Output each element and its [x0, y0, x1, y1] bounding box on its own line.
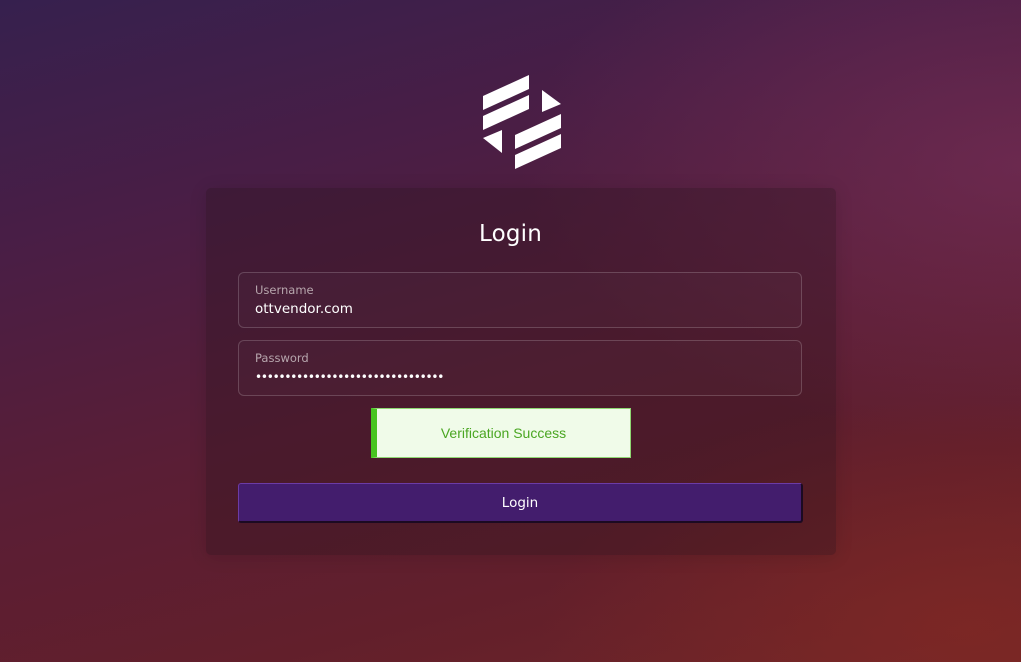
password-label: Password: [255, 351, 309, 365]
username-field[interactable]: Username ottvendor.com: [238, 272, 802, 328]
verification-text: Verification Success: [440, 425, 567, 441]
password-field[interactable]: Password •••••••••••••••••••••••••••••••…: [238, 340, 802, 396]
brand-logo-icon: [483, 75, 561, 169]
username-input[interactable]: ottvendor.com: [255, 301, 353, 317]
login-title: Login: [478, 221, 543, 247]
login-button[interactable]: Login: [238, 483, 803, 523]
username-label: Username: [255, 283, 314, 297]
verification-status: Verification Success: [371, 408, 631, 458]
password-input[interactable]: ••••••••••••••••••••••••••••••••: [255, 370, 444, 384]
